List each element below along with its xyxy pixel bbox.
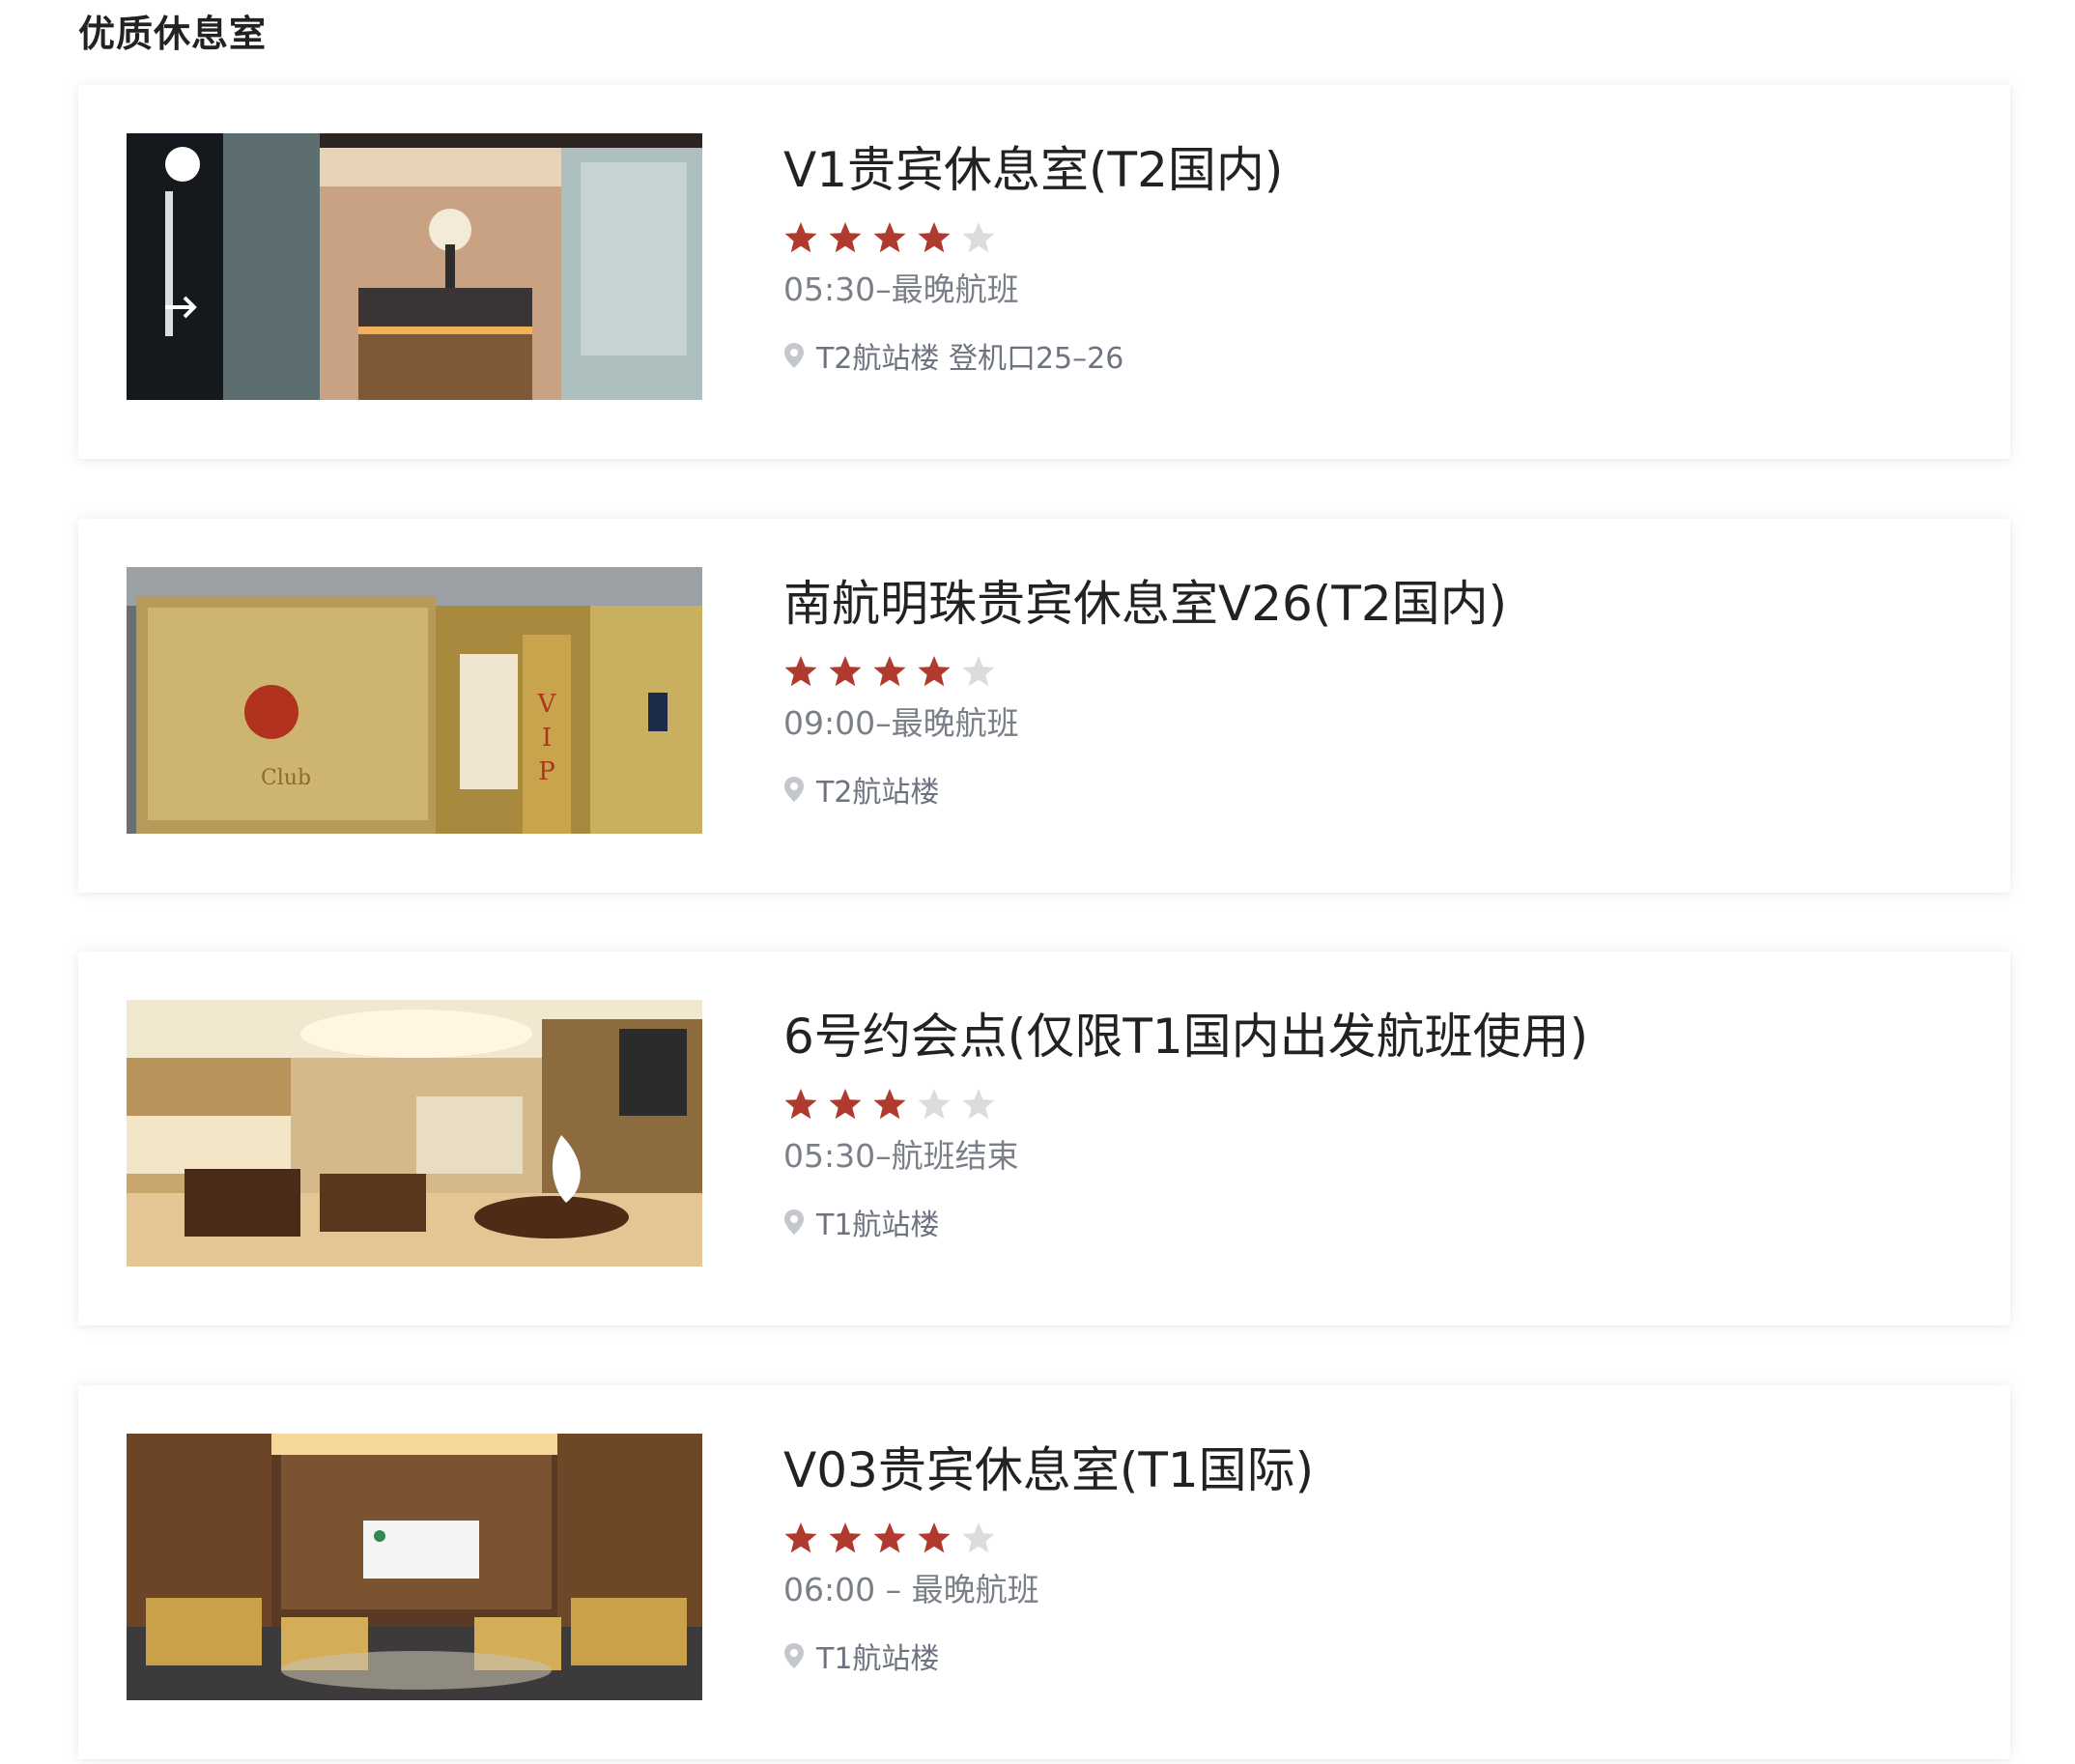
opening-hours: 06:00 – 最晚航班 [783, 1571, 1039, 1608]
map-pin-icon [784, 777, 804, 802]
lounge-card[interactable]: 6号约会点(仅限T1国内出发航班使用) 05:30–航班结束 T1航站楼 [78, 952, 2010, 1325]
star-rating [783, 1521, 1972, 1555]
star-filled-icon [918, 656, 951, 687]
location-text: T2航站楼 [816, 776, 940, 810]
star-rating [783, 654, 1972, 689]
location: T2航站楼 登机口25–26 [783, 334, 1972, 377]
lounge-photo[interactable] [127, 133, 702, 400]
location: T1航站楼 [783, 1201, 1972, 1243]
star-empty-icon [962, 1522, 995, 1553]
lounge-photo[interactable] [127, 1000, 702, 1266]
star-filled-icon [918, 1522, 951, 1553]
star-rating [783, 220, 1972, 255]
opening-hours: 09:00–最晚航班 [783, 704, 1019, 742]
location-text: T2航站楼 登机口25–26 [816, 342, 1124, 376]
star-filled-icon [873, 222, 906, 253]
star-filled-icon [829, 1089, 862, 1120]
lounge-name[interactable]: V03贵宾休息室(T1国际) [783, 1434, 1972, 1501]
star-filled-icon [829, 1522, 862, 1553]
location-text: T1航站楼 [816, 1209, 940, 1242]
star-filled-icon [829, 222, 862, 253]
star-rating [783, 1087, 1972, 1122]
svg-text:P: P [538, 757, 555, 786]
lounge-card[interactable]: V1贵宾休息室(T2国内) 05:30–最晚航班 T2航站楼 登机口25–26 [78, 85, 2010, 459]
svg-text:Club: Club [261, 766, 311, 790]
lounge-photo[interactable]: Club V I P [127, 567, 702, 834]
opening-hours: 05:30–最晚航班 [783, 270, 1019, 308]
star-filled-icon [918, 222, 951, 253]
map-pin-icon [784, 1643, 804, 1668]
lounge-card[interactable]: Club V I P 南航明珠贵宾休息室V26(T2国内) 09:00–最晚航班… [78, 519, 2010, 893]
location-text: T1航站楼 [816, 1642, 940, 1676]
star-empty-icon [918, 1089, 951, 1120]
star-empty-icon [962, 1089, 995, 1120]
star-filled-icon [784, 1089, 817, 1120]
lounge-card[interactable]: V03贵宾休息室(T1国际) 06:00 – 最晚航班 T1航站楼 [78, 1385, 2010, 1759]
lounge-name[interactable]: 6号约会点(仅限T1国内出发航班使用) [783, 1000, 1972, 1067]
section-title: 优质休息室 [78, 13, 268, 55]
svg-text:I: I [542, 724, 552, 753]
lounge-name[interactable]: V1贵宾休息室(T2国内) [783, 133, 1972, 201]
lounge-name[interactable]: 南航明珠贵宾休息室V26(T2国内) [783, 567, 1972, 635]
star-filled-icon [829, 656, 862, 687]
location: T2航站楼 [783, 768, 1972, 811]
star-filled-icon [873, 656, 906, 687]
map-pin-icon [784, 343, 804, 368]
star-filled-icon [784, 1522, 817, 1553]
star-filled-icon [784, 222, 817, 253]
svg-text:V: V [537, 690, 557, 719]
lounge-photo[interactable] [127, 1434, 702, 1700]
location: T1航站楼 [783, 1635, 1972, 1677]
star-empty-icon [962, 656, 995, 687]
star-filled-icon [873, 1089, 906, 1120]
star-filled-icon [873, 1522, 906, 1553]
star-empty-icon [962, 222, 995, 253]
opening-hours: 05:30–航班结束 [783, 1137, 1019, 1175]
map-pin-icon [784, 1209, 804, 1235]
star-filled-icon [784, 656, 817, 687]
